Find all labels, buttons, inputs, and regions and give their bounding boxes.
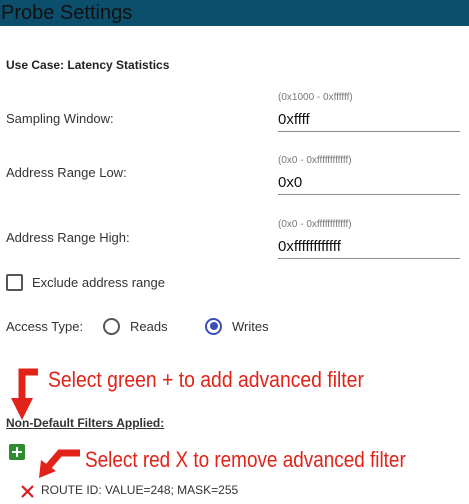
- writes-radio-dot: [209, 322, 218, 330]
- address-low-input[interactable]: [278, 171, 460, 195]
- access-type-label: Access Type:: [6, 318, 84, 334]
- exclude-address-range[interactable]: Exclude address range: [6, 273, 165, 291]
- address-high-input[interactable]: [278, 235, 460, 259]
- use-case-label: Use Case: Latency Statistics: [6, 58, 170, 72]
- red-arrow-remove-icon: [39, 449, 80, 478]
- red-arrow-add-icon: [11, 368, 38, 420]
- address-low-label: Address Range Low:: [6, 165, 127, 180]
- add-filter-hint: Select green + to add advanced filter: [48, 367, 364, 392]
- exclude-checkbox[interactable]: [6, 273, 23, 291]
- sampling-window-input[interactable]: [278, 108, 460, 132]
- access-type-group: Access Type: Reads Writes: [6, 317, 269, 335]
- filter-item: ROUTE ID: VALUE=248; MASK=255: [41, 483, 239, 497]
- address-low-range: (0x0 - 0xffffffffffff): [278, 155, 352, 166]
- plus-icon: [12, 447, 22, 457]
- writes-radio[interactable]: [205, 317, 222, 335]
- filters-heading: Non-Default Filters Applied:: [6, 416, 165, 430]
- reads-radio[interactable]: [103, 317, 120, 335]
- sampling-window-label: Sampling Window:: [6, 111, 114, 126]
- window-header: Probe Settings: [0, 0, 469, 26]
- add-filter-button[interactable]: [9, 444, 25, 460]
- address-high-range: (0x0 - 0xffffffffffff): [278, 219, 352, 230]
- address-high-label: Address Range High:: [6, 230, 130, 245]
- sampling-window-range: (0x1000 - 0xffffff): [278, 92, 353, 103]
- writes-radio-label: Writes: [232, 318, 269, 334]
- exclude-checkbox-label: Exclude address range: [32, 274, 165, 290]
- reads-radio-label: Reads: [130, 318, 168, 334]
- remove-filter-hint: Select red X to remove advanced filter: [85, 447, 406, 472]
- window-title: Probe Settings: [1, 2, 133, 24]
- close-icon[interactable]: [20, 484, 35, 499]
